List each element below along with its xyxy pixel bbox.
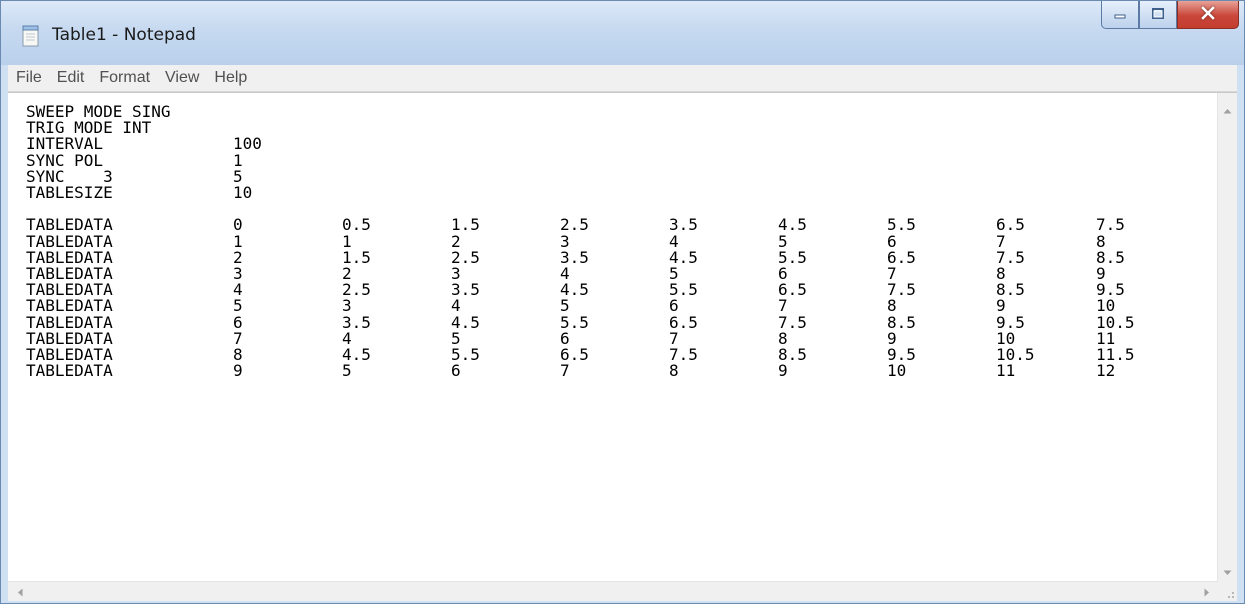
menu-format[interactable]: Format bbox=[91, 69, 157, 87]
scroll-right-arrow[interactable] bbox=[1197, 582, 1216, 601]
title-bar[interactable]: Table1 - Notepad bbox=[1, 1, 1244, 65]
text-area[interactable]: SWEEP MODE SING TRIG MODE INT INTERVAL 100 S… bbox=[8, 93, 1218, 582]
menu-help[interactable]: Help bbox=[206, 69, 254, 87]
line-value: 9 bbox=[778, 361, 788, 381]
chevron-left-icon bbox=[17, 582, 23, 601]
horizontal-scrollbar[interactable] bbox=[8, 581, 1218, 601]
caption-buttons bbox=[1101, 1, 1239, 41]
minimize-icon bbox=[1113, 5, 1127, 24]
menu-bar: File Edit Format View Help bbox=[8, 65, 1237, 92]
line-label: TABLEDATA bbox=[26, 361, 113, 381]
scroll-left-arrow[interactable] bbox=[10, 582, 29, 601]
line-label: TABLESIZE bbox=[26, 183, 113, 202]
menu-edit[interactable]: Edit bbox=[49, 69, 92, 87]
editor[interactable]: SWEEP MODE SING TRIG MODE INT INTERVAL 100 S… bbox=[8, 92, 1237, 601]
line-value: 10 bbox=[233, 183, 253, 202]
notepad-window: Table1 - Notepad File Edit Format View H… bbox=[0, 0, 1245, 604]
size-grip[interactable] bbox=[1218, 582, 1237, 601]
line-value: 9 bbox=[233, 361, 243, 381]
line-value: 7 bbox=[560, 361, 570, 381]
menu-view[interactable]: View bbox=[157, 69, 206, 87]
scroll-down-arrow[interactable] bbox=[1218, 561, 1237, 580]
maximize-button[interactable] bbox=[1139, 1, 1177, 29]
line-value: 5 bbox=[342, 361, 352, 381]
chevron-right-icon bbox=[1204, 582, 1210, 601]
resize-grip-icon bbox=[1218, 586, 1237, 605]
chevron-up-icon bbox=[1223, 99, 1232, 118]
line-value: 6 bbox=[451, 361, 461, 381]
close-button[interactable] bbox=[1177, 1, 1239, 29]
notepad-icon[interactable] bbox=[21, 25, 41, 47]
maximize-icon bbox=[1151, 5, 1165, 24]
line-value: 12 bbox=[1096, 361, 1116, 381]
menu-file[interactable]: File bbox=[8, 69, 49, 87]
line-value: 11 bbox=[996, 361, 1016, 381]
line-value: 8 bbox=[669, 361, 679, 381]
line-value: 10 bbox=[887, 361, 907, 381]
chevron-down-icon bbox=[1223, 561, 1232, 580]
scroll-up-arrow[interactable] bbox=[1218, 99, 1237, 118]
vertical-scrollbar[interactable] bbox=[1217, 93, 1237, 582]
minimize-button[interactable] bbox=[1101, 1, 1139, 29]
window-title: Table1 - Notepad bbox=[52, 25, 196, 45]
close-icon bbox=[1200, 5, 1216, 24]
